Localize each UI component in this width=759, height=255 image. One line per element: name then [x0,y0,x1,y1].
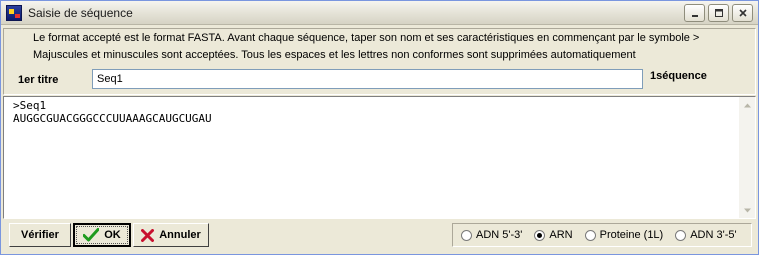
app-icon [6,5,22,21]
info-panel: Le format accepté est le format FASTA. A… [3,28,756,95]
verify-button-label: Vérifier [21,229,59,241]
radio-adn-5-3-circle[interactable] [461,229,472,241]
first-title-input[interactable] [92,69,643,89]
sequence-type-radio-group: ADN 5'-3' ARN Proteine (1L) ADN 3'-5' [452,223,752,247]
radio-adn-3-5-label: ADN 3'-5' [690,229,737,241]
maximize-button[interactable] [708,4,729,22]
sequence-textarea[interactable]: >Seq1 AUGGCGUACGGGCCCUUAAAGCAUGCUGAU [3,96,756,219]
info-line-2: Majuscules et minuscules sont acceptées.… [33,49,636,61]
radio-proteine-circle[interactable] [584,229,596,241]
radio-adn-5-3-label: ADN 5'-3' [476,229,523,241]
radio-arn-label: ARN [549,229,573,241]
title-bar[interactable]: Saisie de séquence [1,1,758,25]
cancel-button[interactable]: Annuler [133,223,209,247]
radio-arn[interactable]: ARN [534,229,573,241]
verify-button[interactable]: Vérifier [9,223,71,247]
scroll-down-arrow-icon[interactable] [739,202,755,218]
radio-arn-circle[interactable] [534,229,546,241]
bottom-toolbar: Vérifier OK Annuler ADN 5'-3' ARN Protei… [3,220,756,253]
cancel-button-label: Annuler [159,229,201,241]
sequence-content[interactable]: >Seq1 AUGGCGUACGGGCCCUUAAAGCAUGCUGAU [13,99,212,125]
sequence-header-line: >Seq1 [13,99,47,112]
checkmark-icon [83,228,100,242]
close-icon [738,9,747,17]
radio-adn-3-5[interactable]: ADN 3'-5' [675,229,737,241]
radio-proteine-label: Proteine (1L) [599,229,664,241]
minimize-icon [691,15,698,17]
radio-proteine[interactable]: Proteine (1L) [584,229,664,241]
ok-button[interactable]: OK [73,223,131,247]
first-title-label: 1er titre [18,74,59,86]
sequence-entry-window: Saisie de séquence Le format accepté est… [0,0,759,255]
sequence-data-line: AUGGCGUACGGGCCCUUAAAGCAUGCUGAU [13,112,212,125]
radio-adn-3-5-circle[interactable] [675,229,687,241]
close-button[interactable] [732,4,753,22]
sequence-count: 1séquence [650,70,707,82]
ok-button-label: OK [104,229,121,241]
maximize-icon [714,9,723,17]
x-icon [141,228,155,242]
radio-adn-5-3[interactable]: ADN 5'-3' [461,229,522,241]
vertical-scrollbar[interactable] [739,97,755,218]
info-line-1: Le format accepté est le format FASTA. A… [33,32,700,44]
scroll-up-arrow-icon[interactable] [739,97,755,113]
minimize-button[interactable] [684,4,705,22]
window-title: Saisie de séquence [28,6,133,20]
